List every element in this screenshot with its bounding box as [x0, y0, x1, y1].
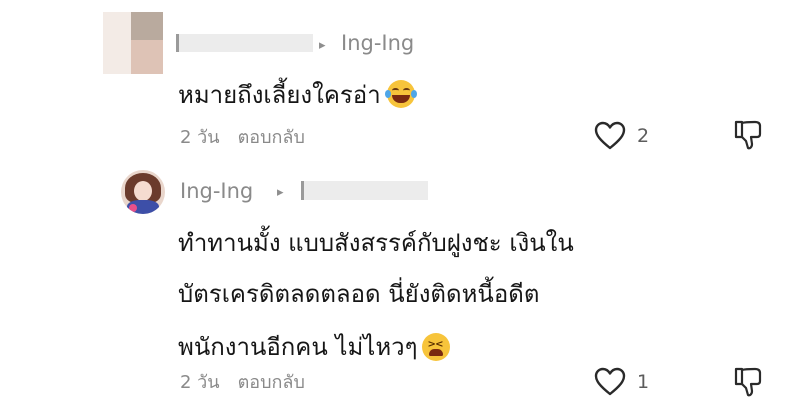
heart-outline-icon[interactable]	[594, 367, 626, 397]
reply-arrow-icon: ▸	[319, 38, 326, 53]
comment-text-content: พนักงานอีกคน ไม่ไหวๆ	[178, 333, 418, 361]
tired-face-emoji: > <	[421, 333, 450, 361]
reply-to-username[interactable]: Ing-Ing	[341, 33, 414, 54]
comment-time: 2 วัน	[180, 372, 220, 393]
comment-text-line-2: บัตรเครดิตลดตลอด นี่ยังติดหนี้อดีต	[178, 280, 540, 308]
comment-text-content: หมายถึงเลี้ยงใครอ่า	[178, 81, 381, 109]
commenter-avatar-blurred[interactable]	[103, 0, 163, 74]
comment-text-line-3: พนักงานอีกคน ไม่ไหวๆ > <	[178, 333, 450, 361]
commenter-username[interactable]: Ing-Ing	[180, 181, 253, 202]
comment-meta: 2 วัน ตอบกลับ	[180, 129, 305, 147]
reply-button[interactable]: ตอบกลับ	[238, 372, 305, 393]
laughing-tears-emoji	[384, 80, 417, 108]
thumbs-down-icon[interactable]	[733, 119, 763, 151]
comment-text-line-1: ทำทานมั้ง แบบสังสรรค์กับฝูงชะ เงินใน	[178, 229, 574, 257]
commenter-username-redacted[interactable]	[176, 34, 313, 52]
comment-meta: 2 วัน ตอบกลับ	[180, 374, 305, 392]
comments-panel: ▸ Ing-Ing หมายถึงเลี้ยงใครอ่า 2 วันตอบกล…	[0, 0, 800, 412]
thumbs-down-icon[interactable]	[733, 366, 763, 398]
reply-to-username-redacted[interactable]	[301, 181, 428, 200]
reply-arrow-icon: ▸	[277, 185, 284, 200]
reply-button[interactable]: ตอบกลับ	[238, 127, 305, 148]
heart-outline-icon[interactable]	[594, 121, 626, 151]
like-count: 2	[637, 125, 650, 147]
comment-text: หมายถึงเลี้ยงใครอ่า	[178, 80, 417, 109]
like-count: 1	[637, 371, 650, 393]
comment-time: 2 วัน	[180, 127, 220, 148]
commenter-avatar[interactable]	[121, 170, 165, 214]
